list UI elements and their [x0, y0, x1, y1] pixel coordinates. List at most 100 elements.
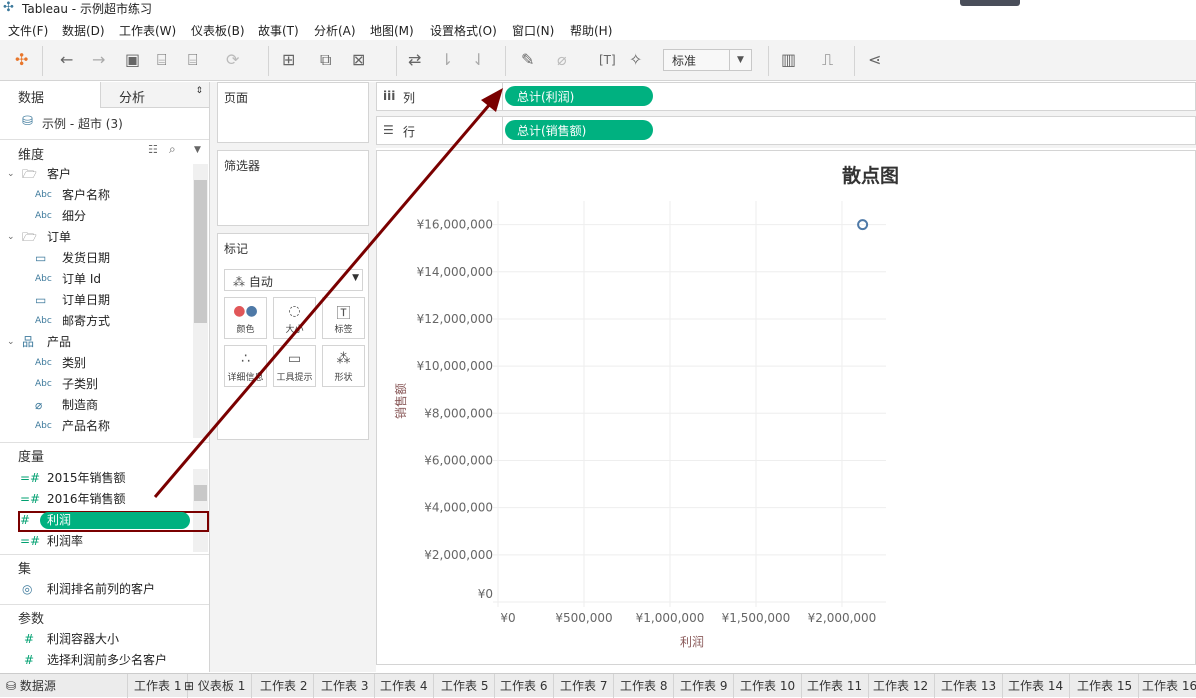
dimension-item[interactable]: Abc 子类别	[0, 374, 192, 395]
measure-item[interactable]: =# 利润率	[0, 531, 192, 552]
datasource-tab[interactable]: ⛁ 数据源	[0, 674, 128, 698]
tooltip-button[interactable]: ▭ 工具提示	[273, 345, 316, 387]
columns-icon: iii	[383, 89, 396, 103]
dimension-item[interactable]: Abc 产品名称	[0, 416, 192, 437]
menu-dashboard[interactable]: 仪表板(B)	[191, 22, 245, 39]
rows-shelf[interactable]: ☰ 行 总计(销售额)	[376, 116, 1196, 145]
sheet-tab[interactable]: 工作表 7	[554, 674, 615, 698]
swap-rows-columns-icon[interactable]: ⇄	[408, 50, 421, 70]
shelves: iii 列 总计(利润) ☰ 行 总计(销售额)	[376, 82, 1196, 148]
search-icon[interactable]: ⌕	[169, 142, 176, 157]
menu-map[interactable]: 地图(M)	[370, 22, 414, 39]
mark-type-select[interactable]: ⁂ 自动 ▼	[224, 269, 363, 291]
auto-mark-icon: ⁂	[233, 275, 249, 289]
shape-button[interactable]: ⁂ 形状	[322, 345, 365, 387]
sheet-tab[interactable]: 工作表 2	[254, 674, 315, 698]
menu-dropdown-icon[interactable]: ▼	[194, 145, 201, 155]
dimension-item[interactable]: Abc 客户名称	[0, 185, 192, 206]
folder-item[interactable]: ⌄ 品产品	[0, 332, 192, 353]
clear-sheet-icon[interactable]: ⊠	[352, 50, 365, 70]
redo-icon[interactable]: →	[92, 50, 105, 70]
pause-updates-icon[interactable]: ⌸	[188, 50, 198, 70]
dimensions-scrollbar[interactable]	[193, 164, 208, 438]
tab-label: 工作表 9	[680, 679, 728, 693]
dashboard-tab[interactable]: ⊞ 仪表板 1	[178, 674, 253, 698]
sort-descending-icon[interactable]: ⇃	[472, 50, 485, 70]
sheet-tab[interactable]: 工作表 5	[435, 674, 496, 698]
pages-card[interactable]: 页面	[217, 82, 369, 143]
menu-analysis[interactable]: 分析(A)	[314, 22, 356, 39]
dimension-item[interactable]: Abc 邮寄方式	[0, 311, 192, 332]
parameter-item[interactable]: # 利润容器大小	[0, 629, 192, 650]
dimension-item[interactable]: Abc 细分	[0, 206, 192, 227]
sheet-tab[interactable]: 工作表 15	[1071, 674, 1140, 698]
new-worksheet-icon[interactable]: ⊞	[282, 50, 295, 70]
share-icon[interactable]: ⋖	[868, 50, 881, 70]
measure-item[interactable]: # 利润	[0, 510, 192, 531]
menu-story[interactable]: 故事(T)	[258, 22, 299, 39]
measure-item[interactable]: =# 2015年销售额	[0, 468, 192, 489]
sort-ascending-icon[interactable]: ⇂	[440, 50, 453, 70]
dimension-item[interactable]: Abc 订单 Id	[0, 269, 192, 290]
tab-analysis[interactable]: 分析 ⇕	[100, 82, 209, 108]
label-button[interactable]: 🅃 标签	[322, 297, 365, 339]
sheet-tab[interactable]: 工作表 10	[734, 674, 803, 698]
dimension-item[interactable]: Abc 类别	[0, 353, 192, 374]
measure-item[interactable]: =# 2016年销售额	[0, 489, 192, 510]
dimension-item[interactable]: ▭ 订单日期	[0, 290, 192, 311]
undo-icon[interactable]: ←	[60, 50, 73, 70]
show-labels-icon[interactable]: [T]	[599, 50, 616, 70]
sheet-tab[interactable]: 工作表 13	[935, 674, 1004, 698]
folder-item[interactable]: ⌄ 🗁 订单	[0, 227, 192, 248]
new-datasource-icon[interactable]: ⌸	[157, 50, 167, 70]
color-button[interactable]: ●● 颜色	[224, 297, 267, 339]
sheet-tab[interactable]: 工作表 12	[867, 674, 936, 698]
columns-shelf[interactable]: iii 列 总计(利润)	[376, 82, 1196, 111]
parameter-item[interactable]: # 选择利润前多少名客户	[0, 650, 192, 671]
menu-format[interactable]: 设置格式(O)	[430, 22, 497, 39]
highlight-icon[interactable]: ✎	[521, 50, 534, 70]
tab-data[interactable]: 数据	[0, 82, 100, 108]
fit-select[interactable]: 标准 ▼	[663, 49, 752, 71]
sheet-tab[interactable]: 工作表 14	[1002, 674, 1071, 698]
sheet-tab[interactable]: 工作表 8	[614, 674, 675, 698]
size-button[interactable]: ◌ 大小	[273, 297, 316, 339]
presentation-mode-icon[interactable]: ⎍	[822, 50, 833, 70]
group-paperclip-icon[interactable]: ⌀	[557, 50, 567, 70]
chevron-down-icon[interactable]: ⌄	[7, 164, 15, 185]
detail-button[interactable]: ∴ 详细信息	[224, 345, 267, 387]
show-me-icon[interactable]: ▥	[781, 50, 796, 70]
chevron-down-icon[interactable]: ⌄	[7, 332, 15, 353]
chevron-down-icon[interactable]: ⌄	[7, 227, 15, 248]
save-icon[interactable]: ▣	[125, 50, 140, 70]
date-icon: ▭	[35, 293, 47, 307]
dimension-item[interactable]: ▭ 发货日期	[0, 248, 192, 269]
dimension-item[interactable]: ⌀ 制造商	[0, 395, 192, 416]
sheet-tab[interactable]: 工作表 11	[801, 674, 870, 698]
field-label: 制造商	[62, 398, 99, 412]
menu-data[interactable]: 数据(D)	[62, 22, 105, 39]
sheet-tab[interactable]: 工作表 3	[315, 674, 376, 698]
sheet-tab[interactable]: 工作表 4	[374, 674, 435, 698]
tab-label: 工作表 2	[260, 679, 308, 693]
tableau-home-icon[interactable]: ✣	[15, 50, 28, 70]
y-tick-label: ¥10,000,000	[417, 359, 493, 373]
set-item[interactable]: ◎ 利润排名前列的客户	[0, 579, 192, 600]
sheet-tab[interactable]: 工作表 16	[1136, 674, 1196, 698]
sheet-tab[interactable]: 工作表 6	[494, 674, 555, 698]
sheet-tab[interactable]: 工作表 9	[674, 674, 735, 698]
menu-worksheet[interactable]: 工作表(W)	[119, 22, 176, 39]
pin-icon[interactable]: ✧	[629, 50, 642, 70]
datasource-name[interactable]: 示例 - 超市 (3)	[42, 115, 123, 132]
refresh-icon[interactable]: ⟳	[226, 50, 239, 70]
menu-window[interactable]: 窗口(N)	[512, 22, 554, 39]
columns-pill[interactable]: 总计(利润)	[505, 86, 653, 106]
tab-label: 工作表 7	[560, 679, 608, 693]
folder-item[interactable]: ⌄ 🗁 客户	[0, 164, 192, 185]
menu-help[interactable]: 帮助(H)	[570, 22, 612, 39]
list-view-icon[interactable]: ☷	[148, 143, 158, 156]
rows-pill[interactable]: 总计(销售额)	[505, 120, 653, 140]
menu-file[interactable]: 文件(F)	[8, 22, 48, 39]
duplicate-sheet-icon[interactable]: ⧉	[320, 50, 331, 70]
filters-card[interactable]: 筛选器	[217, 150, 369, 226]
